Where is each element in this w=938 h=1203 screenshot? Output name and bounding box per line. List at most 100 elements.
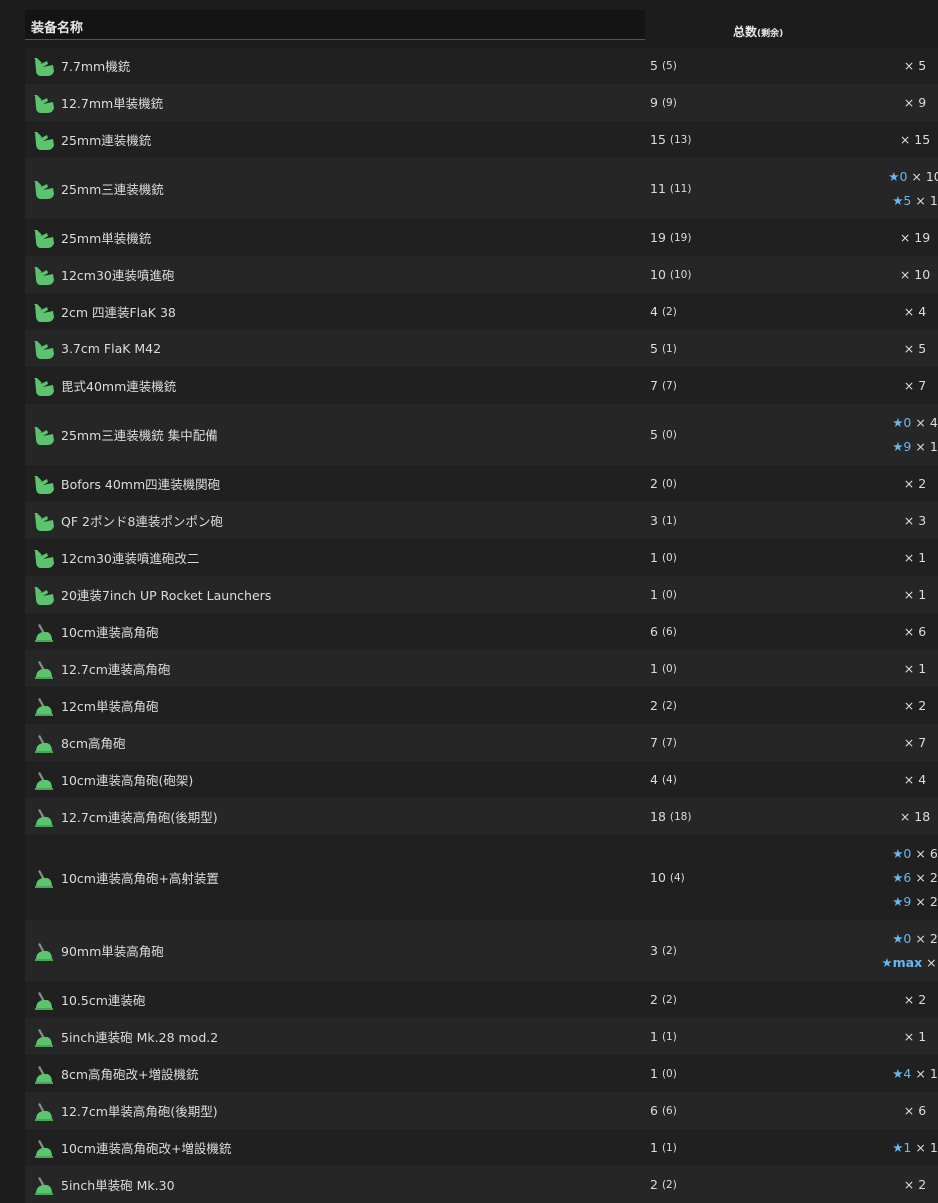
cell-improvement-counts: ★0 × 10 ★5 × 1 (875, 158, 938, 219)
table-row[interactable]: 12.7cm連装高角砲 1 (0) × 1 (25, 650, 938, 687)
quantity: × 1 (903, 549, 927, 565)
equipment-name: 12.7mm単装機銃 (61, 96, 164, 111)
table-row[interactable]: 8cm高角砲 7 (7) × 7 (25, 724, 938, 761)
cell-equipment-name: Bofors 40mm四連装機関砲 (33, 465, 220, 502)
remaining-count: (5) (661, 59, 677, 72)
aa-gun-icon (33, 301, 55, 323)
count-line: ★5 × 1 (875, 189, 938, 213)
ha-gun-icon (33, 658, 55, 680)
table-row[interactable]: 25mm単装機銃 19 (19) × 19 (25, 219, 938, 256)
ha-gun-icon (33, 806, 55, 828)
cell-total: 6 (6) (650, 1092, 677, 1129)
remaining-count: (1) (661, 1030, 677, 1043)
aa-gun-icon (33, 227, 55, 249)
cell-improvement-counts: × 2 (875, 1166, 938, 1203)
table-row[interactable]: 10cm連装高角砲(砲架) 4 (4) × 4 (25, 761, 938, 798)
column-header-total[interactable]: 总数(剩余) (733, 23, 783, 40)
column-header-name[interactable]: 装备名称 (25, 10, 645, 40)
table-row[interactable]: 25mm三連装機銃 11 (11) ★0 × 10 ★5 × 1 (25, 158, 938, 219)
total-count: 1 (650, 1140, 658, 1155)
total-count: 1 (650, 587, 658, 602)
count-line: × 2 (875, 472, 938, 496)
total-count: 2 (650, 1177, 658, 1192)
cell-improvement-counts: × 18 (875, 798, 938, 835)
ha-gun-icon (33, 732, 55, 754)
table-row[interactable]: 12cm単装高角砲 2 (2) × 2 (25, 687, 938, 724)
cell-improvement-counts: × 15 (875, 121, 938, 158)
ha-gun-icon (33, 1063, 55, 1085)
cell-improvement-counts: × 10 (875, 256, 938, 293)
cell-improvement-counts: × 7 (875, 724, 938, 761)
quantity: × 1 (915, 1139, 938, 1155)
cell-improvement-counts: ★0 × 4 ★9 × 1 (875, 404, 938, 465)
table-row[interactable]: 10cm連装高角砲改+増設機銃 1 (1) ★1 × 1 (25, 1129, 938, 1166)
cell-total: 3 (2) (650, 920, 677, 981)
table-body: 7.7mm機銃 5 (5) × 5 12.7mm単装機銃 9 (9) × 9 25mm連装機銃 1… (25, 47, 938, 1203)
cell-total: 7 (7) (650, 367, 677, 404)
cell-equipment-name: 5inch単装砲 Mk.30 (33, 1166, 175, 1203)
quantity: × 2 (903, 1176, 927, 1192)
table-row[interactable]: 90mm単装高角砲3(2)★0× 2★max× 1 (25, 920, 938, 981)
cell-total: 1 (1) (650, 1129, 677, 1166)
cell-equipment-name: 12.7cm連装高角砲 (33, 650, 170, 687)
cell-improvement-counts: × 1 (875, 539, 938, 576)
quantity: × 6 (903, 623, 927, 639)
table-row[interactable]: Bofors 40mm四連装機関砲 2 (0) × 2 (25, 465, 938, 502)
table-row[interactable]: 12cm30連装噴進砲 10 (10) × 10 (25, 256, 938, 293)
cell-equipment-name: QF 2ポンド8連装ポンポン砲 (33, 502, 223, 539)
table-row[interactable]: 20連装7inch UP Rocket Launchers 1 (0) × 1 (25, 576, 938, 613)
total-count: 5 (650, 58, 658, 73)
improvement-star: ★0 (892, 414, 912, 430)
ha-gun-icon (33, 1026, 55, 1048)
table-row[interactable]: 25mm連装機銃 15 (13) × 15 (25, 121, 938, 158)
count-line: ★0 × 6 (875, 842, 938, 866)
table-row[interactable]: 12.7mm単装機銃 9 (9) × 9 (25, 84, 938, 121)
count-line: × 1 (875, 657, 938, 681)
table-row[interactable]: QF 2ポンド8連装ポンポン砲 3 (1) × 3 (25, 502, 938, 539)
quantity: × 2 (915, 869, 938, 885)
cell-equipment-name: 25mm単装機銃 (33, 219, 151, 256)
cell-total: 5 (5) (650, 47, 677, 84)
count-line: ★1 × 1 (875, 1136, 938, 1160)
table-row[interactable]: 12.7cm連装高角砲(後期型) 18 (18) × 18 (25, 798, 938, 835)
quantity: × 1 (903, 1028, 927, 1044)
total-count: 5 (650, 341, 658, 356)
table-row[interactable]: 12.7cm単装高角砲(後期型) 6 (6) × 6 (25, 1092, 938, 1129)
table-row[interactable]: 10.5cm連装砲 2 (2) × 2 (25, 981, 938, 1018)
table-row[interactable]: 7.7mm機銃 5 (5) × 5 (25, 47, 938, 84)
total-count: 6 (650, 624, 658, 639)
count-line: × 2 (875, 694, 938, 718)
remaining-label: (剩余) (757, 29, 784, 39)
quantity: × 5 (903, 57, 927, 73)
quantity: × 1 (915, 1065, 938, 1081)
quantity: × 1 (915, 192, 938, 208)
table-row[interactable]: 3.7cm FlaK M42 5 (1) × 5 (25, 330, 938, 367)
remaining-count: (2) (661, 944, 677, 957)
total-count: 19 (650, 230, 666, 245)
table-row[interactable]: 毘式40mm連装機銃 7 (7) × 7 (25, 367, 938, 404)
aa-gun-icon (33, 55, 55, 77)
count-line: ★max× 1 (875, 951, 938, 975)
remaining-count: (1) (661, 1141, 677, 1154)
cell-total: 5 (1) (650, 330, 677, 367)
quantity: × 7 (903, 377, 927, 393)
table-row[interactable]: 5inch連装砲 Mk.28 mod.2 1 (1) × 1 (25, 1018, 938, 1055)
table-row[interactable]: 25mm三連装機銃 集中配備 5 (0) ★0 × 4 ★9 × 1 (25, 404, 938, 465)
improvement-star: ★0 (888, 168, 908, 184)
count-line: ★4 × 1 (875, 1062, 938, 1086)
table-row[interactable]: 10cm連装高角砲+高射装置 10 (4) ★0 × 6 ★6 × 2 ★9 × 2 (25, 835, 938, 920)
remaining-count: (0) (661, 477, 677, 490)
equipment-name: 7.7mm機銃 (61, 59, 131, 74)
table-row[interactable]: 12cm30連装噴進砲改二 1 (0) × 1 (25, 539, 938, 576)
table-row[interactable]: 10cm連装高角砲 6 (6) × 6 (25, 613, 938, 650)
table-row[interactable]: 5inch単装砲 Mk.30 2 (2) × 2 (25, 1166, 938, 1203)
equipment-name: 10cm連装高角砲(砲架) (61, 773, 194, 788)
table-row[interactable]: 8cm高角砲改+増設機銃 1 (0) ★4 × 1 (25, 1055, 938, 1092)
remaining-count: (7) (661, 379, 677, 392)
cell-equipment-name: 20連装7inch UP Rocket Launchers (33, 576, 271, 613)
table-row[interactable]: 2cm 四連装FlaK 38 4 (2) × 4 (25, 293, 938, 330)
quantity: × 2 (903, 991, 927, 1007)
cell-improvement-counts: × 2 (875, 687, 938, 724)
total-count: 5 (650, 427, 658, 442)
quantity: × 7 (903, 734, 927, 750)
